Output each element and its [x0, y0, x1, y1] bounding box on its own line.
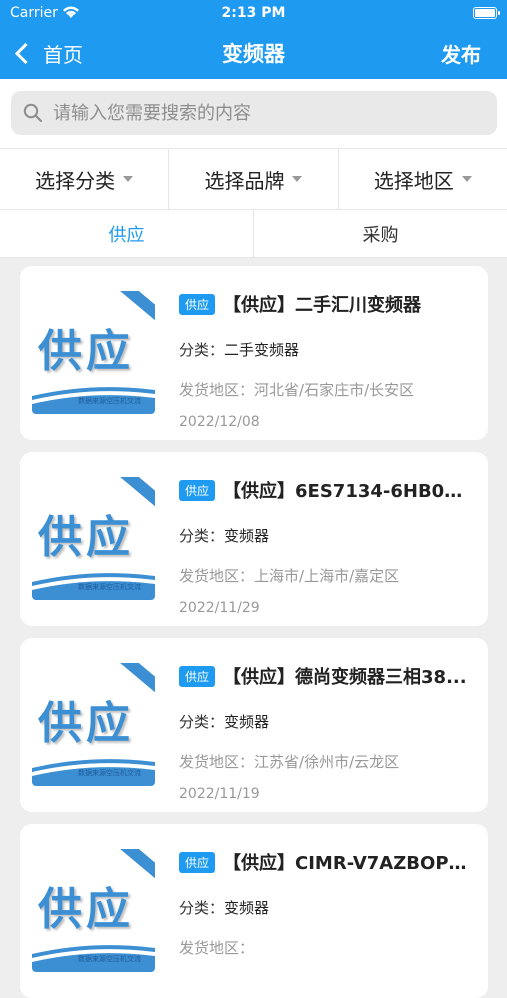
filter-brand-label: 选择品牌	[204, 168, 285, 193]
listing-thumbnail: 供应 数据来源空压机交流	[32, 849, 155, 972]
search-input[interactable]	[51, 101, 475, 125]
thumbnail-text: 供应	[38, 698, 134, 749]
filter-bar: 选择分类 选择品牌 选择地区	[0, 148, 507, 210]
app-header: Carrier 2:13 PM 首页 变频器 发布	[0, 0, 507, 79]
filter-brand[interactable]: 选择品牌	[169, 149, 339, 209]
category-value: 二手变频器	[224, 341, 300, 359]
filter-category[interactable]: 选择分类	[0, 149, 170, 209]
location-label: 发货地区：	[179, 939, 255, 957]
category-value: 变频器	[224, 713, 270, 731]
status-badge: 供应	[179, 851, 216, 873]
listing-title-row: 供应 【供应】CIMR-V7AZBOP7...	[179, 850, 474, 874]
listing-title: 【供应】二手汇川变频器	[223, 295, 422, 316]
category-value: 变频器	[224, 527, 270, 545]
listing-category: 分类：变频器	[179, 711, 269, 732]
listing-date: 2022/12/08	[179, 414, 260, 430]
thumbnail-caption: 数据来源空压机交流	[78, 769, 141, 777]
thumbnail-caption: 数据来源空压机交流	[78, 955, 141, 963]
listing-location: 发货地区：河北省/石家庄市/长安区	[179, 379, 414, 400]
status-time: 2:13 PM	[221, 5, 286, 21]
listing-category: 分类：变频器	[179, 525, 269, 546]
thumbnail-caption: 数据来源空压机交流	[78, 397, 141, 405]
caret-down-icon	[292, 176, 303, 182]
status-bar: Carrier 2:13 PM	[0, 0, 507, 28]
listing-title: 【供应】6ES7134-6HB00-...	[223, 481, 474, 502]
listing-title: 【供应】德尚变频器三相38...	[223, 667, 467, 688]
search-bar[interactable]	[11, 91, 497, 135]
listing-thumbnail: 供应 数据来源空压机交流	[32, 663, 155, 786]
search-section	[0, 79, 507, 148]
location-label: 发货地区：	[179, 753, 255, 771]
category-label: 分类：	[179, 899, 225, 917]
listing-category: 分类：二手变频器	[179, 339, 299, 360]
listing-thumbnail: 供应 数据来源空压机交流	[32, 291, 155, 414]
location-value: 江苏省/徐州市/云龙区	[254, 753, 400, 771]
location-value: 上海市/上海市/嘉定区	[254, 567, 400, 585]
tab-supply[interactable]: 供应	[0, 210, 254, 257]
category-label: 分类：	[179, 341, 225, 359]
status-badge: 供应	[179, 665, 216, 687]
filter-category-label: 选择分类	[35, 168, 116, 193]
list-item[interactable]: 供应 数据来源空压机交流 供应 【供应】6ES7134-6HB00-... 分类…	[20, 452, 488, 626]
tab-bar: 供应 采购	[0, 210, 507, 258]
listing-thumbnail: 供应 数据来源空压机交流	[32, 477, 155, 600]
search-icon	[23, 103, 43, 123]
tab-purchase[interactable]: 采购	[254, 210, 507, 257]
listing-date: 2022/11/29	[179, 600, 260, 616]
list-item[interactable]: 供应 数据来源空压机交流 供应 【供应】二手汇川变频器 分类：二手变频器 发货地…	[20, 266, 488, 440]
caret-down-icon	[123, 176, 134, 182]
category-label: 分类：	[179, 527, 225, 545]
list-item[interactable]: 供应 数据来源空压机交流 供应 【供应】德尚变频器三相38... 分类：变频器 …	[20, 638, 488, 812]
caret-down-icon	[461, 176, 472, 182]
nav-bar: 首页 变频器 发布	[0, 28, 507, 79]
battery-icon	[473, 7, 500, 19]
location-label: 发货地区：	[179, 567, 255, 585]
location-label: 发货地区：	[179, 381, 255, 399]
filter-region[interactable]: 选择地区	[339, 149, 507, 209]
listing-category: 分类：变频器	[179, 897, 269, 918]
publish-button[interactable]: 发布	[441, 39, 481, 68]
listing-title-row: 供应 【供应】二手汇川变频器	[179, 292, 474, 316]
category-value: 变频器	[224, 899, 270, 917]
status-badge: 供应	[179, 293, 216, 315]
list-item[interactable]: 供应 数据来源空压机交流 供应 【供应】CIMR-V7AZBOP7... 分类：…	[20, 824, 488, 998]
status-badge: 供应	[179, 479, 216, 501]
category-label: 分类：	[179, 713, 225, 731]
thumbnail-caption: 数据来源空压机交流	[78, 583, 141, 591]
location-value: 河北省/石家庄市/长安区	[254, 381, 415, 399]
listing-location: 发货地区：江苏省/徐州市/云龙区	[179, 751, 399, 772]
thumbnail-text: 供应	[38, 326, 134, 377]
listing-location: 发货地区：上海市/上海市/嘉定区	[179, 565, 399, 586]
listing-title-row: 供应 【供应】德尚变频器三相38...	[179, 664, 474, 688]
listing-title-row: 供应 【供应】6ES7134-6HB00-...	[179, 478, 474, 502]
page-title: 变频器	[222, 42, 285, 66]
listing-title: 【供应】CIMR-V7AZBOP7...	[223, 853, 474, 874]
listing-date: 2022/11/19	[179, 786, 260, 802]
thumbnail-text: 供应	[38, 512, 134, 563]
filter-region-label: 选择地区	[373, 168, 454, 193]
listing-location: 发货地区：	[179, 937, 254, 958]
thumbnail-text: 供应	[38, 884, 134, 935]
